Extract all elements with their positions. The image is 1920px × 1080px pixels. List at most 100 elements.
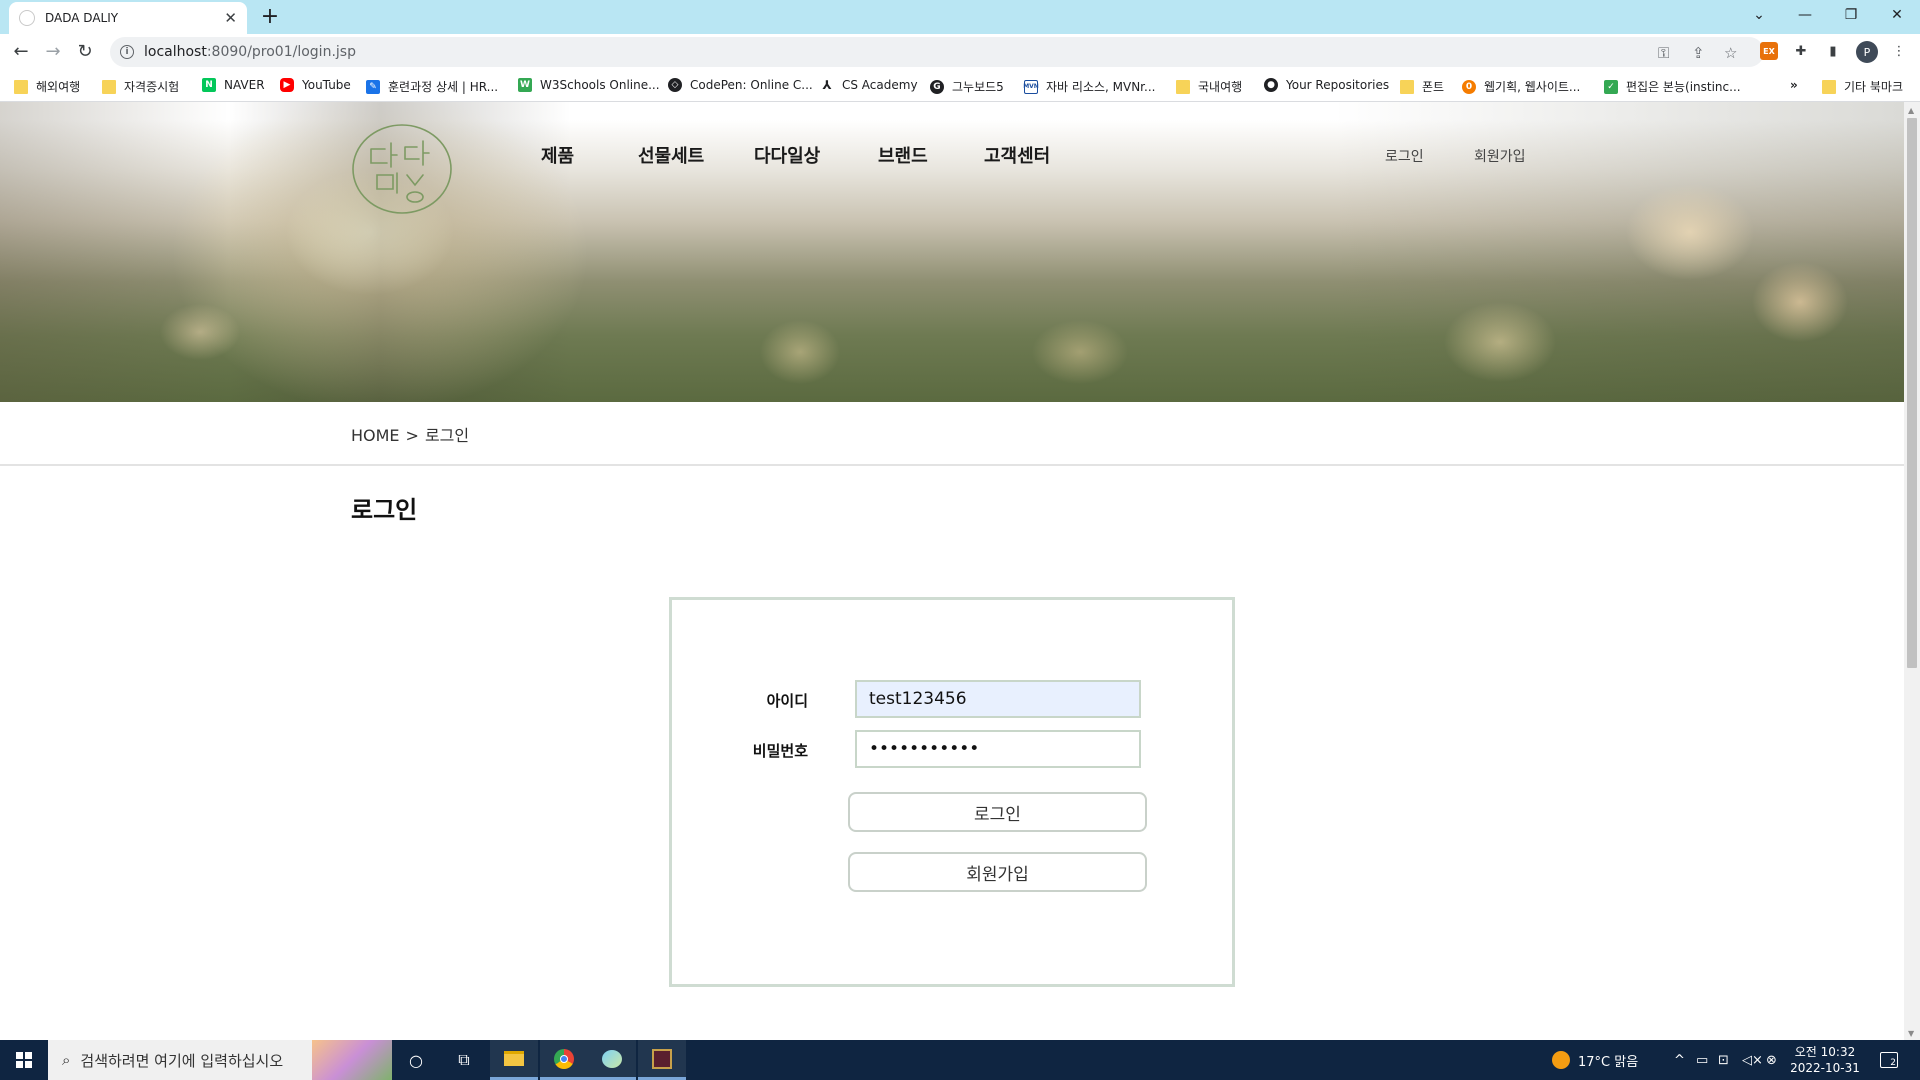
bookmark-item[interactable]: G 그누보드5 [930,78,1004,95]
new-tab-button[interactable]: + [258,4,282,30]
header-join-link[interactable]: 회원가입 [1474,146,1526,166]
taskbar-search-box[interactable]: ⌕ 검색하려면 여기에 입력하십시오 [48,1040,392,1080]
nav-dada-daily[interactable]: 다다일상 [754,142,820,168]
check-icon: ✓ [1604,79,1618,94]
nav-products[interactable]: 제품 [541,142,574,168]
windows-taskbar: ⌕ 검색하려면 여기에 입력하십시오 ○ ⧉ 17°C 맑음 ^ ▭ ⊡ ◁× … [0,1040,1920,1080]
extension-icon[interactable]: EX [1760,42,1778,60]
taskbar-search-placeholder: 검색하려면 여기에 입력하십시오 [80,1051,284,1070]
file-explorer-icon[interactable] [490,1040,538,1080]
page-title: 로그인 [351,496,418,524]
address-bar[interactable]: i localhost:8090/pro01/login.jsp ⚿ ⇪ ☆ [110,37,1764,67]
bookmark-item[interactable]: ● Your Repositories [1264,78,1389,92]
bookmark-item[interactable]: 0 웹기획, 웹사이트... [1462,78,1580,95]
extensions-puzzle-icon[interactable]: ✚ [1792,42,1810,60]
notification-center-icon[interactable]: 2 [1880,1040,1898,1080]
mvn-icon: MVN [1023,79,1039,94]
scroll-up-icon[interactable]: ▲ [1908,106,1914,115]
weather-text: 17°C 맑음 [1578,1054,1639,1070]
login-form: 아이디 비밀번호 로그인 회원가입 [669,597,1235,987]
bookmark-item[interactable]: 해외여행 [14,78,80,95]
bookmark-star-icon[interactable]: ☆ [1724,44,1737,62]
tray-chevron-icon[interactable]: ^ [1674,1040,1685,1080]
breadcrumb-home[interactable]: HOME [351,426,400,445]
web-planning-icon: 0 [1462,79,1476,94]
bookmark-item[interactable]: N NAVER [202,78,265,92]
close-window-button[interactable]: ✕ [1874,0,1920,30]
browser-toolbar: ← → ↻ i localhost:8090/pro01/login.jsp ⚿… [0,34,1920,70]
reload-icon[interactable]: ↻ [70,36,100,66]
clock-time: 오전 10:32 [1794,1045,1856,1059]
taskbar-clock[interactable]: 오전 10:32 2022-10-31 [1790,1044,1860,1076]
site-logo-icon[interactable] [351,123,453,215]
tray-status-icon[interactable]: ⊗ [1766,1040,1777,1080]
close-tab-icon[interactable]: ✕ [224,9,237,27]
folder-icon [102,79,116,94]
minimize-button[interactable]: — [1782,0,1828,30]
network-icon[interactable]: ⊡ [1718,1040,1729,1080]
bookmark-item[interactable]: ✎ 훈련과정 상세 | HR... [366,78,498,95]
password-key-icon[interactable]: ⚿ [1658,44,1669,62]
bookmark-item[interactable]: MVN 자바 리소스, MVNr... [1023,78,1155,95]
id-input[interactable] [855,680,1141,718]
bookmark-item[interactable]: W W3Schools Online... [518,78,660,92]
paint-app-icon[interactable] [588,1040,636,1080]
breadcrumb-separator: > [405,426,419,445]
share-icon[interactable]: ⇪ [1692,44,1705,62]
bookmark-item[interactable]: 폰트 [1400,78,1444,95]
tab-search-icon[interactable]: ⌄ [1736,0,1782,30]
folder-icon [1400,79,1414,94]
site-favicon-icon [19,10,35,26]
gnuboard-icon: G [930,79,944,94]
password-input[interactable] [855,730,1141,768]
url-text: localhost:8090/pro01/login.jsp [144,44,356,60]
other-bookmarks[interactable]: 기타 북마크 [1822,78,1903,95]
bookmark-item[interactable]: ⅄ CS Academy [820,78,917,92]
login-button[interactable]: 로그인 [848,792,1147,832]
meet-icon[interactable]: ▭ [1696,1040,1708,1080]
nav-gift-sets[interactable]: 선물세트 [638,142,704,168]
codepen-icon: ◇ [668,78,682,92]
weather-widget[interactable]: 17°C 맑음 [1552,1040,1638,1080]
site-info-icon[interactable]: i [120,45,134,59]
header-login-link[interactable]: 로그인 [1385,146,1424,166]
back-icon[interactable]: ← [6,36,36,66]
browser-tab[interactable]: DADA DALIY ✕ [9,2,247,34]
join-button[interactable]: 회원가입 [848,852,1147,892]
scrollbar-thumb[interactable] [1907,118,1917,668]
profile-avatar[interactable]: P [1856,41,1878,63]
app-icon[interactable] [638,1040,686,1080]
folder-icon [1176,79,1190,94]
task-view-icon[interactable]: ⧉ [440,1040,488,1080]
folder-icon [1822,79,1836,94]
search-icon: ⌕ [62,1051,71,1069]
scroll-down-icon[interactable]: ▼ [1908,1029,1914,1038]
tab-title: DADA DALIY [45,11,119,25]
menu-kebab-icon[interactable]: ⋮ [1890,42,1908,60]
search-highlight-art [312,1040,392,1080]
side-panel-icon[interactable]: ▮ [1824,42,1842,60]
bookmark-item[interactable]: 국내여행 [1176,78,1242,95]
bookmark-item[interactable]: ◇ CodePen: Online C... [668,78,813,92]
chrome-icon[interactable] [540,1040,588,1080]
password-label: 비밀번호 [752,742,808,760]
restore-button[interactable]: ❐ [1828,0,1874,30]
hrd-icon: ✎ [366,79,380,94]
bookmark-item[interactable]: ✓ 편집은 본능(instinc... [1604,78,1741,95]
hero-banner [0,102,1904,402]
windows-start-icon[interactable] [0,1040,48,1080]
volume-muted-icon[interactable]: ◁× [1742,1040,1763,1080]
folder-icon [14,79,28,94]
clock-date: 2022-10-31 [1790,1061,1860,1075]
page-scrollbar[interactable]: ▲ ▼ [1904,102,1920,1040]
forward-icon[interactable]: → [38,36,68,66]
nav-brand[interactable]: 브랜드 [878,142,928,168]
cortana-icon[interactable]: ○ [392,1040,440,1080]
nav-customer-center[interactable]: 고객센터 [984,142,1050,168]
divider [0,464,1904,466]
naver-icon: N [202,78,216,92]
bookmark-item[interactable]: 자격증시험 [102,78,179,95]
bookmark-item[interactable]: ▶ YouTube [280,78,351,92]
bookmarks-overflow-button[interactable]: » [1790,78,1798,92]
cs-academy-icon: ⅄ [822,78,832,92]
